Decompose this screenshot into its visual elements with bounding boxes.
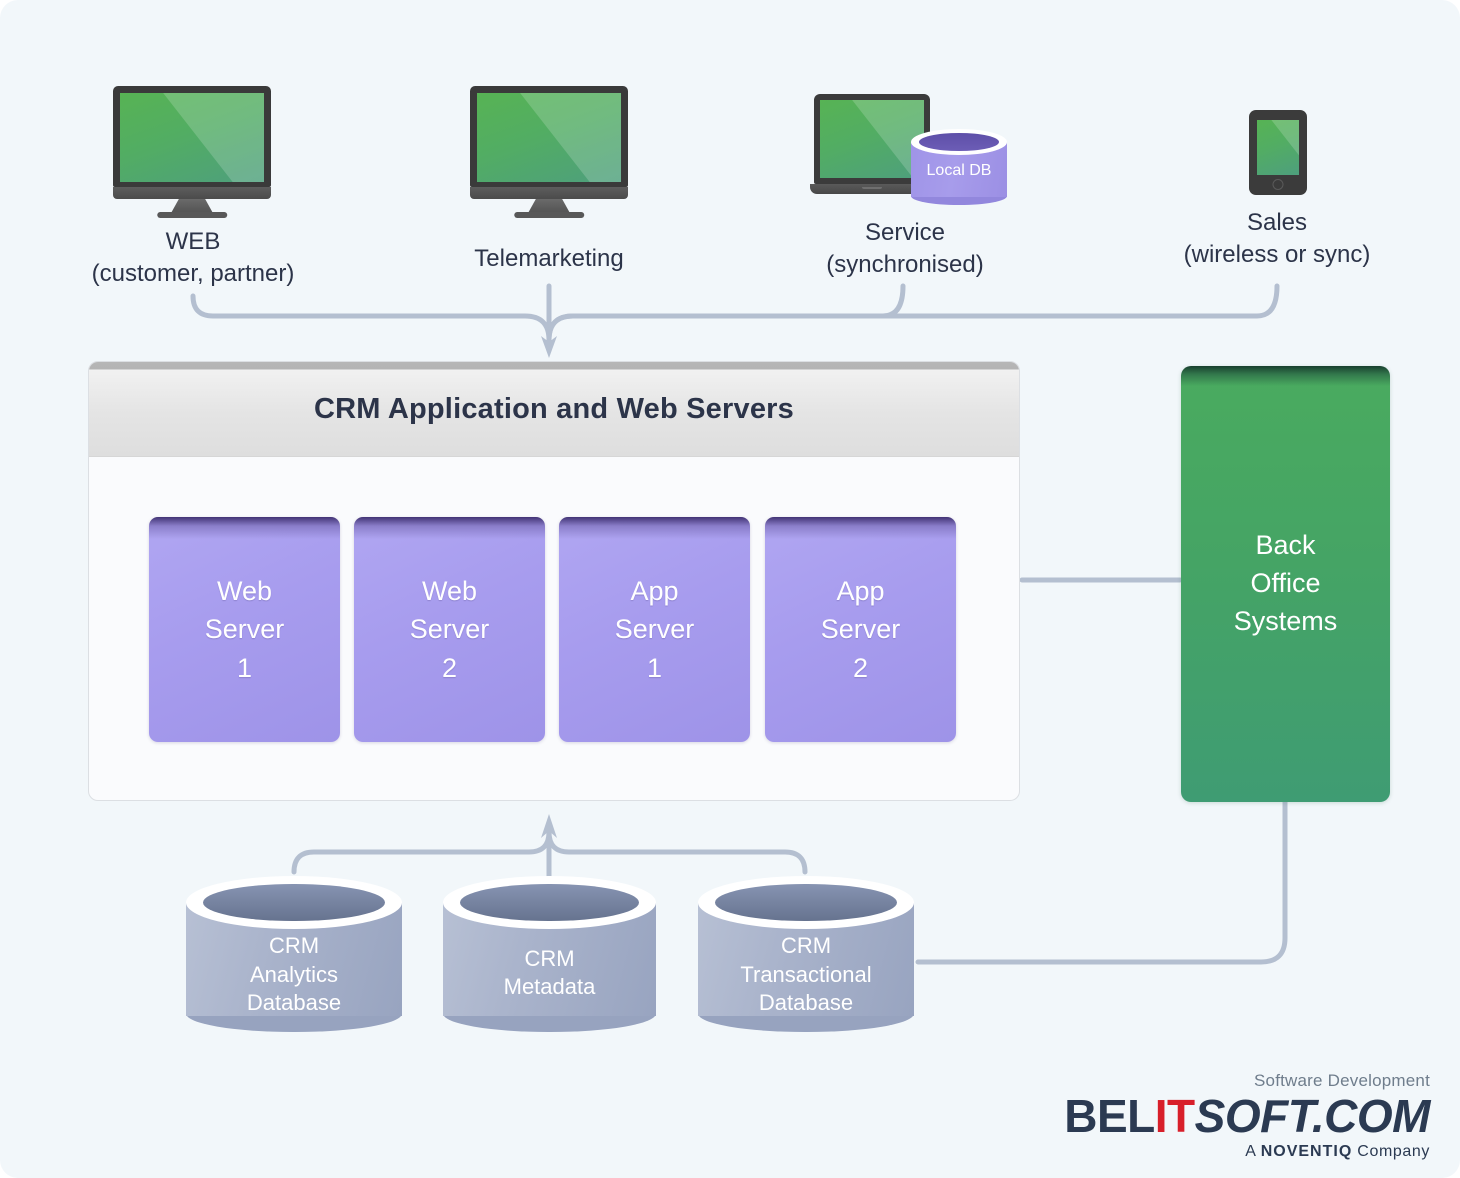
client-label-sales: Sales (wireless or sync) bbox=[1183, 209, 1371, 268]
client-device-telemarketing bbox=[470, 86, 628, 219]
database-label: CRM Analytics Database bbox=[246, 933, 342, 1016]
cylinder-opening bbox=[460, 883, 639, 922]
monitor-bezel bbox=[470, 86, 628, 188]
tablet-screen bbox=[1257, 120, 1299, 175]
logo-subline-brand: NOVENTIQ bbox=[1260, 1143, 1353, 1160]
monitor-bezel bbox=[113, 86, 271, 188]
server-label: App Server 2 bbox=[820, 576, 901, 683]
server-card-web-server-2: Web Server 2 bbox=[354, 517, 545, 742]
logo-subline: A NOVENTIQ Company bbox=[1064, 1144, 1430, 1160]
back-office-systems-box: Back Office Systems bbox=[1181, 366, 1390, 802]
arrowhead-into-crm-panel-bottom bbox=[541, 814, 557, 838]
server-card-web-server-1: Web Server 1 bbox=[149, 517, 340, 742]
connector-back-office-to-transactional-db bbox=[915, 799, 1288, 965]
server-label: Web Server 1 bbox=[204, 576, 285, 683]
tablet-home-button bbox=[1272, 179, 1284, 190]
logo-word-soft-com: SOFT.COM bbox=[1194, 1090, 1431, 1142]
server-label: App Server 1 bbox=[614, 576, 695, 683]
logo-wordmark: BELITSOFT.COM bbox=[1064, 1093, 1430, 1139]
crm-panel-title: CRM Application and Web Servers bbox=[314, 392, 794, 425]
monitor-screen bbox=[477, 93, 621, 183]
local-database-cylinder: Local DB bbox=[911, 129, 1007, 205]
monitor-screen bbox=[120, 93, 264, 183]
server-label: Web Server 2 bbox=[409, 576, 490, 683]
back-office-systems-label: Back Office Systems bbox=[1233, 530, 1338, 636]
arrowhead-into-crm-panel bbox=[541, 336, 557, 358]
database-crm-transactional-database: CRM Transactional Database bbox=[698, 876, 914, 1032]
database-crm-analytics-database: CRM Analytics Database bbox=[186, 876, 402, 1032]
client-label-web: WEB (customer, partner) bbox=[91, 228, 295, 287]
diagram-canvas: WEB (customer, partner) Telemarketing Lo… bbox=[0, 0, 1460, 1178]
server-card-app-server-1: App Server 1 bbox=[559, 517, 750, 742]
logo-subline-prefix: A bbox=[1245, 1143, 1261, 1160]
crm-panel-header: CRM Application and Web Servers bbox=[89, 362, 1019, 457]
monitor-stand-foot bbox=[514, 211, 584, 219]
cylinder-opening bbox=[918, 132, 1000, 152]
connector-analytics-db-to-crm bbox=[291, 829, 552, 875]
server-card-app-server-2: App Server 2 bbox=[765, 517, 956, 742]
database-label: CRM Transactional Database bbox=[740, 933, 872, 1016]
client-label-service: Service (synchronised) bbox=[826, 219, 984, 278]
client-label-telemarketing: Telemarketing bbox=[474, 245, 624, 272]
local-database-label: Local DB bbox=[926, 161, 992, 179]
laptop-screen bbox=[819, 100, 925, 179]
tablet-body bbox=[1249, 110, 1307, 195]
crm-panel-body: Web Server 1 Web Server 2 App Server 1 A… bbox=[89, 457, 1019, 799]
monitor-chin bbox=[113, 187, 271, 200]
monitor-stand-foot bbox=[157, 211, 227, 219]
logo-word-bel: BEL bbox=[1064, 1090, 1155, 1142]
cylinder-opening bbox=[715, 883, 897, 922]
logo-subline-suffix: Company bbox=[1352, 1143, 1430, 1160]
monitor-stand-neck bbox=[171, 199, 213, 213]
client-device-web bbox=[113, 86, 271, 219]
connector-transactional-db-to-crm bbox=[546, 829, 808, 875]
monitor-stand-neck bbox=[528, 199, 570, 213]
logo-word-it: IT bbox=[1154, 1090, 1195, 1142]
crm-application-panel: CRM Application and Web Servers Web Serv… bbox=[88, 361, 1020, 801]
connector-service-to-crm bbox=[546, 283, 906, 343]
connector-sales-to-crm bbox=[546, 283, 1280, 343]
database-crm-metadata: CRM Metadata bbox=[443, 876, 656, 1032]
client-device-sales bbox=[1249, 110, 1307, 195]
belitsoft-logo: Software Development BELITSOFT.COM A NOV… bbox=[1064, 1072, 1430, 1160]
connector-web-to-crm bbox=[190, 293, 552, 343]
database-label: CRM Metadata bbox=[503, 945, 596, 1000]
logo-tagline: Software Development bbox=[1254, 1071, 1430, 1090]
cylinder-opening bbox=[203, 883, 385, 922]
monitor-chin bbox=[470, 187, 628, 200]
